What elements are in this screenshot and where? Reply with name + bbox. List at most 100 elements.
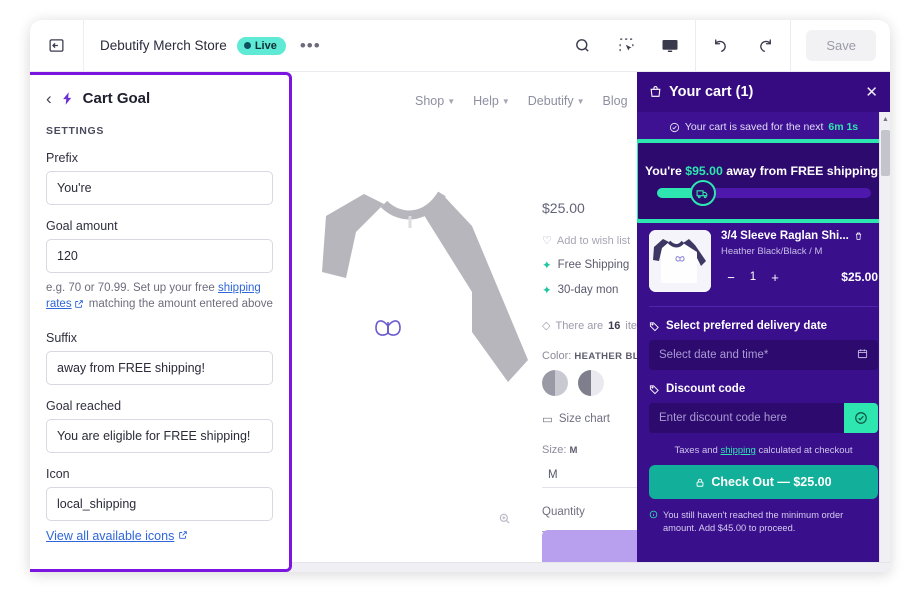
zoom-in-icon[interactable] xyxy=(498,512,512,531)
swatch-alt[interactable] xyxy=(578,370,604,396)
nav-label: Help xyxy=(473,94,499,108)
cart-saved-timer: 6m 1s xyxy=(828,121,859,133)
store-name: Debutify Merch Store xyxy=(100,38,227,53)
icon-field: Icon xyxy=(46,467,273,521)
ruler-icon: ▭ xyxy=(542,414,553,426)
icon-label: Icon xyxy=(46,466,70,481)
back-arrow-icon[interactable] xyxy=(30,20,84,72)
wishlist-label: Add to wish list xyxy=(556,234,631,247)
top-toolbar: Debutify Merch Store Live ••• Save xyxy=(30,20,890,72)
chevron-left-icon[interactable]: ‹ xyxy=(46,90,52,107)
cart-goal-text: You're $95.00 away from FREE shipping! xyxy=(645,164,882,178)
cart-title-group: Your cart (1) xyxy=(649,84,753,100)
increase-quantity-button[interactable]: + xyxy=(765,267,785,287)
check-circle-icon xyxy=(669,122,679,132)
save-button[interactable]: Save xyxy=(806,30,876,61)
toolbar-divider-2 xyxy=(790,20,792,72)
guarantee-icon: ✦ xyxy=(542,285,552,297)
nav-item-blog[interactable]: Blog xyxy=(603,94,628,108)
cart-goal-progress-bar xyxy=(656,180,871,206)
shipping-link[interactable]: shipping xyxy=(720,445,755,456)
discount-code-heading: Discount code xyxy=(637,370,890,403)
scroll-up-arrow-icon[interactable]: ▲ xyxy=(880,112,890,126)
nav-label: Debutify xyxy=(527,94,574,108)
tag-icon: ◇ xyxy=(542,320,551,332)
external-link-icon xyxy=(178,529,188,543)
nav-item-debutify[interactable]: Debutify ▼ xyxy=(528,94,585,108)
chevron-down-icon: ▼ xyxy=(447,96,456,106)
perk-label: 30-day mon xyxy=(557,284,619,296)
live-dot-icon xyxy=(243,42,251,49)
cart-scroll-body: 3/4 Sleeve Raglan Shi... Heather Black/B… xyxy=(637,220,890,572)
discount-code-input[interactable]: Enter discount code here xyxy=(649,403,878,433)
undo-icon[interactable] xyxy=(699,20,743,72)
delivery-date-input[interactable]: Select date and time* xyxy=(649,340,878,370)
search-icon[interactable] xyxy=(560,20,604,72)
discount-placeholder: Enter discount code here xyxy=(659,412,787,424)
prefix-input[interactable] xyxy=(46,171,273,205)
warning-text: You still haven't reached the minimum or… xyxy=(663,510,844,534)
local-shipping-icon xyxy=(689,180,716,206)
swatch-heather-black[interactable] xyxy=(540,368,570,398)
suffix-field: Suffix xyxy=(46,331,273,385)
chevron-down-icon: ▼ xyxy=(501,96,510,106)
cart-item-thumbnail[interactable] xyxy=(649,230,711,292)
cart-item-info: 3/4 Sleeve Raglan Shi... Heather Black/B… xyxy=(721,230,878,292)
prefix-field: Prefix xyxy=(46,151,273,205)
desktop-preview-icon[interactable] xyxy=(648,20,692,72)
cart-item-quantity-row: − 1 + $25.00 xyxy=(721,267,878,287)
view-all-icons-link[interactable]: View all available icons xyxy=(46,529,188,543)
tag-icon xyxy=(649,384,659,394)
cart-header: Your cart (1) ✕ xyxy=(637,72,890,112)
goal-suffix: away from FREE shipping! xyxy=(726,164,883,178)
checkout-button[interactable]: Check Out — $25.00 xyxy=(649,465,878,499)
suffix-input[interactable] xyxy=(46,350,273,385)
taxes-post: calculated at checkout xyxy=(758,445,853,456)
cart-scrollbar-thumb[interactable] xyxy=(881,130,890,176)
close-icon[interactable]: ✕ xyxy=(865,83,878,101)
apply-discount-button[interactable] xyxy=(844,403,878,433)
taxes-note: Taxes and shipping calculated at checkou… xyxy=(637,445,890,456)
app-window: Debutify Merch Store Live ••• Save Shop … xyxy=(30,20,890,572)
suffix-label: Suffix xyxy=(46,330,78,345)
goal-amount-input[interactable] xyxy=(46,239,273,273)
live-status-badge[interactable]: Live xyxy=(236,36,286,55)
more-options-button[interactable]: ••• xyxy=(300,37,321,54)
checkout-label: Check Out — $25.00 xyxy=(711,475,832,489)
toolbar-actions: Save xyxy=(560,20,890,72)
cart-saved-text: Your cart is saved for the next xyxy=(684,121,824,133)
decrease-quantity-button[interactable]: − xyxy=(721,267,741,287)
cart-saved-banner: Your cart is saved for the next 6m 1s xyxy=(637,112,890,142)
goal-reached-input[interactable] xyxy=(46,418,273,453)
select-tool-icon[interactable] xyxy=(604,20,648,72)
size-chart-label: Size chart xyxy=(558,413,611,425)
cart-item-price: $25.00 xyxy=(841,270,878,284)
product-image xyxy=(322,182,532,512)
trash-icon xyxy=(855,232,861,240)
heart-icon: ♡ xyxy=(542,235,552,247)
editor-body: Shop ▼ Help ▼ Debutify ▼ Blog $25.00 ♡ A… xyxy=(30,72,890,572)
cart-item-variant: Heather Black/Black / M xyxy=(721,246,823,257)
cart-item-name: 3/4 Sleeve Raglan Shi... xyxy=(721,230,849,242)
redo-icon[interactable] xyxy=(743,20,787,72)
settings-section-label: SETTINGS xyxy=(46,125,105,137)
prefix-label: Prefix xyxy=(46,151,78,165)
cart-goal-banner: You're $95.00 away from FREE shipping! xyxy=(637,142,890,220)
panel-body: SETTINGS Prefix Goal amount e.g. 70 or 7… xyxy=(30,125,289,557)
minimum-order-warning: You still haven't reached the minimum or… xyxy=(637,499,890,536)
goal-amount: $95.00 xyxy=(685,164,723,178)
cart-title: Your cart (1) xyxy=(669,84,754,100)
stock-pre: There are xyxy=(555,319,604,332)
hint-post: matching the amount entered above xyxy=(88,298,273,311)
chevron-down-icon: ▼ xyxy=(576,96,585,106)
nav-item-shop[interactable]: Shop ▼ xyxy=(415,94,455,108)
info-icon xyxy=(649,510,658,536)
panel-title: Cart Goal xyxy=(82,90,151,107)
cart-scrollbar[interactable]: ▲ ▼ xyxy=(879,112,890,572)
taxes-pre: Taxes and xyxy=(674,445,718,456)
toolbar-divider xyxy=(695,20,697,72)
discount-heading-label: Discount code xyxy=(666,383,746,395)
color-label: Color: xyxy=(542,350,572,362)
icon-input[interactable] xyxy=(46,486,273,521)
nav-item-help[interactable]: Help ▼ xyxy=(473,94,510,108)
